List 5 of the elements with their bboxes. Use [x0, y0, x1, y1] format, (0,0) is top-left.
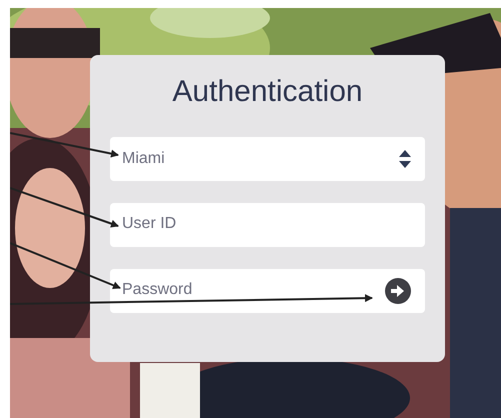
card-title: Authentication — [171, 75, 364, 109]
user-id-field[interactable]: User ID — [110, 203, 425, 247]
location-select[interactable]: Miami — [110, 137, 425, 181]
password-field[interactable]: Password — [110, 269, 425, 313]
arrow-right-icon[interactable] — [385, 278, 411, 304]
